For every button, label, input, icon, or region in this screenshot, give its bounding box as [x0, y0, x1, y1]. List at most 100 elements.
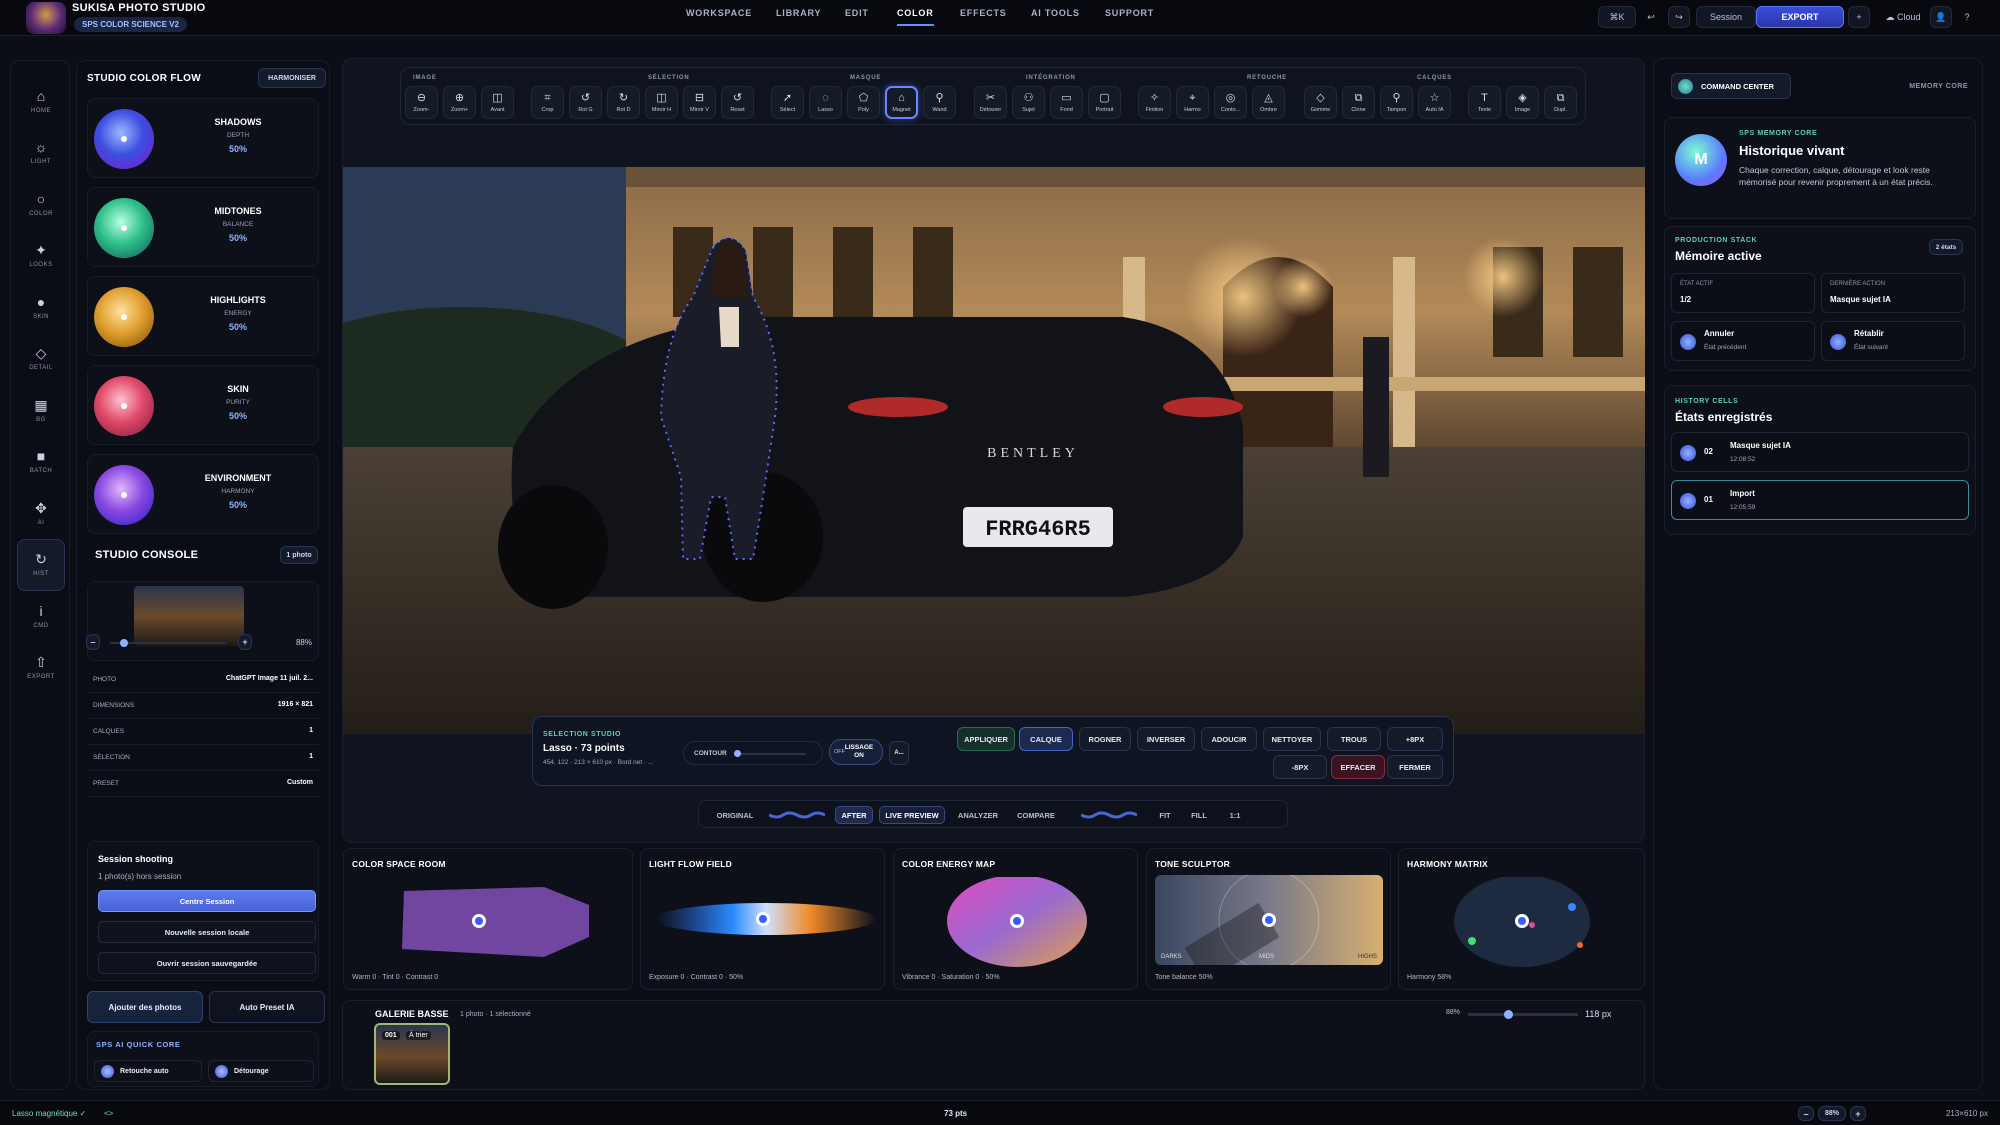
nav-ai-tools[interactable]: AI TOOLS	[1031, 8, 1080, 18]
more-options-button[interactable]: A...	[889, 741, 909, 765]
selection--8px-button[interactable]: -8PX	[1273, 755, 1327, 779]
tool-fond[interactable]: ▭ Fond	[1050, 86, 1083, 119]
cloud-button[interactable]: ☁ Cloud	[1874, 6, 1932, 28]
add-button[interactable]: +	[1848, 6, 1870, 28]
redo-box[interactable]: Rétablir État suivant	[1821, 321, 1965, 361]
gallery-size-handle[interactable]	[1504, 1010, 1513, 1019]
selection-calque-button[interactable]: CALQUE	[1019, 727, 1073, 751]
gallery-size-slider[interactable]	[1468, 1010, 1578, 1019]
auto-preset-button[interactable]: Auto Preset IA	[209, 991, 325, 1023]
selection--8px-button[interactable]: +8PX	[1387, 727, 1443, 751]
color-wheel-environment[interactable]	[94, 465, 154, 525]
live-preview-button[interactable]: LIVE PREVIEW	[879, 806, 945, 824]
undo-box[interactable]: Annuler État précédent	[1671, 321, 1815, 361]
after-view-button[interactable]: AFTER	[835, 806, 873, 824]
rail-item-color[interactable]: ○ COLOR	[11, 178, 71, 230]
color-space-graphic[interactable]	[394, 879, 594, 959]
original-view-button[interactable]: ORIGINAL	[709, 806, 761, 824]
selection-inverser-button[interactable]: INVERSER	[1137, 727, 1195, 751]
rail-item-bg[interactable]: ▦ BG	[11, 384, 71, 436]
command-center-button[interactable]: COMMAND CENTER	[1671, 73, 1791, 99]
color-wheel-midtones[interactable]	[94, 198, 154, 258]
photo-canvas[interactable]: FRRG46R5 BENTLEY	[343, 167, 1645, 734]
contour-slider[interactable]	[734, 750, 806, 757]
export-button[interactable]: EXPORT	[1756, 6, 1844, 28]
footer-zoom-out[interactable]: –	[1798, 1106, 1814, 1121]
selection-effacer-button[interactable]: EFFACER	[1331, 755, 1385, 779]
nav-color[interactable]: COLOR	[897, 8, 934, 26]
color-wheel-highlights[interactable]	[94, 287, 154, 347]
rail-item-home[interactable]: ⌂ HOME	[11, 75, 71, 127]
tool-lasso[interactable]: ◌ Lasso	[809, 86, 842, 119]
rail-item-skin[interactable]: ● SKIN	[11, 281, 71, 333]
tool-harmo[interactable]: ⌖ Harmo	[1176, 86, 1209, 119]
rail-item-hist[interactable]: ↻ HIST	[17, 538, 65, 591]
color-energy-graphic[interactable]	[947, 877, 1087, 967]
color-wheel-shadows[interactable]	[94, 109, 154, 169]
zoom-out-button[interactable]: –	[86, 634, 100, 650]
rail-item-detail[interactable]: ◇ DETAIL	[11, 333, 71, 385]
tone-graphic[interactable]: DARKS MIDS HIGHS	[1155, 875, 1383, 965]
color-wheel-skin[interactable]	[94, 376, 154, 436]
tool-s-lect[interactable]: ➚ Sélect	[771, 86, 804, 119]
tool-auto-ia[interactable]: ☆ Auto IA	[1418, 86, 1451, 119]
tool-miroir-v[interactable]: ⊟ Miroir V	[683, 86, 716, 119]
compare-button[interactable]: COMPARE	[1009, 806, 1063, 824]
fill-button[interactable]: FILL	[1183, 806, 1215, 824]
tool-miroir-h[interactable]: ◫ Miroir H	[645, 86, 678, 119]
tool-image[interactable]: ◈ Image	[1506, 86, 1539, 119]
tool-clone[interactable]: ⧉ Clone	[1342, 86, 1375, 119]
help-icon[interactable]: ?	[1956, 6, 1978, 28]
tool-texte[interactable]: T Texte	[1468, 86, 1501, 119]
selection-nettoyer-button[interactable]: NETTOYER	[1263, 727, 1321, 751]
tool-zoom-[interactable]: ⊕ Zoom+	[443, 86, 476, 119]
harmoniser-button[interactable]: HARMONISER	[258, 68, 326, 88]
command-palette-button[interactable]: ⌘K	[1598, 6, 1636, 28]
tool-avant[interactable]: ◫ Avant	[481, 86, 514, 119]
tool-magnet[interactable]: ⌂ Magnet	[885, 86, 918, 119]
rail-item-cmd[interactable]: i CMD	[11, 590, 71, 642]
selection-fermer-button[interactable]: FERMER	[1387, 755, 1443, 779]
tool-conto-[interactable]: ◎ Conto...	[1214, 86, 1247, 119]
nav-workspace[interactable]: WORKSPACE	[686, 8, 752, 18]
color-flow-shadows[interactable]: SHADOWS DEPTH 50%	[87, 98, 319, 178]
retouche-auto-button[interactable]: Retouche auto	[94, 1060, 202, 1082]
status-arrows[interactable]: <>	[104, 1109, 113, 1118]
tool-d-tourer[interactable]: ✂ Détourer	[974, 86, 1007, 119]
tool-ombre[interactable]: ◬ Ombre	[1252, 86, 1285, 119]
rail-item-batch[interactable]: ■ BATCH	[11, 436, 71, 488]
detourage-button[interactable]: Détourage	[208, 1060, 314, 1082]
nav-effects[interactable]: EFFECTS	[960, 8, 1007, 18]
rail-item-ai[interactable]: ✥ AI	[11, 487, 71, 539]
user-icon[interactable]: 👤	[1930, 6, 1952, 28]
light-flow-graphic[interactable]	[651, 889, 881, 949]
contour-slider-handle[interactable]	[734, 750, 741, 757]
history-cell[interactable]: 01 Import 12:05:59	[1671, 480, 1969, 520]
new-session-button[interactable]: Nouvelle session locale	[98, 921, 316, 943]
selection-appliquer-button[interactable]: APPLIQUER	[957, 727, 1015, 751]
color-flow-highlights[interactable]: HIGHLIGHTS ENERGY 50%	[87, 276, 319, 356]
lissage-toggle[interactable]: LISSAGE ON OFF	[829, 739, 883, 765]
tool-portrait[interactable]: ▢ Portrait	[1088, 86, 1121, 119]
zoom-slider-handle[interactable]	[119, 639, 128, 647]
rail-item-light[interactable]: ☼ LIGHT	[11, 127, 71, 179]
selection-rogner-button[interactable]: ROGNER	[1079, 727, 1131, 751]
rail-item-looks[interactable]: ✦ LOOKS	[11, 230, 71, 282]
rail-item-export[interactable]: ⇧ EXPORT	[11, 642, 71, 694]
nav-library[interactable]: LIBRARY	[776, 8, 821, 18]
gallery-thumbnail[interactable]: 001 À trier	[374, 1023, 450, 1085]
tool-reset[interactable]: ↺ Reset	[721, 86, 754, 119]
history-cell[interactable]: 02 Masque sujet IA 12:08:52	[1671, 432, 1969, 472]
tool-rot-d[interactable]: ↻ Rot D	[607, 86, 640, 119]
tool-finition[interactable]: ✧ Finition	[1138, 86, 1171, 119]
add-photos-button[interactable]: Ajouter des photos	[87, 991, 203, 1023]
selection-trous-button[interactable]: TROUS	[1327, 727, 1381, 751]
one-to-one-button[interactable]: 1:1	[1221, 806, 1249, 824]
open-session-button[interactable]: Ouvrir session sauvegardée	[98, 952, 316, 974]
zoom-slider[interactable]	[110, 639, 226, 647]
tool-poly[interactable]: ⬠ Poly	[847, 86, 880, 119]
tool-sujet[interactable]: ⚇ Sujet	[1012, 86, 1045, 119]
centre-session-button[interactable]: Centre Session	[98, 890, 316, 912]
fit-button[interactable]: FIT	[1151, 806, 1179, 824]
analyzer-button[interactable]: ANALYZER	[951, 806, 1005, 824]
